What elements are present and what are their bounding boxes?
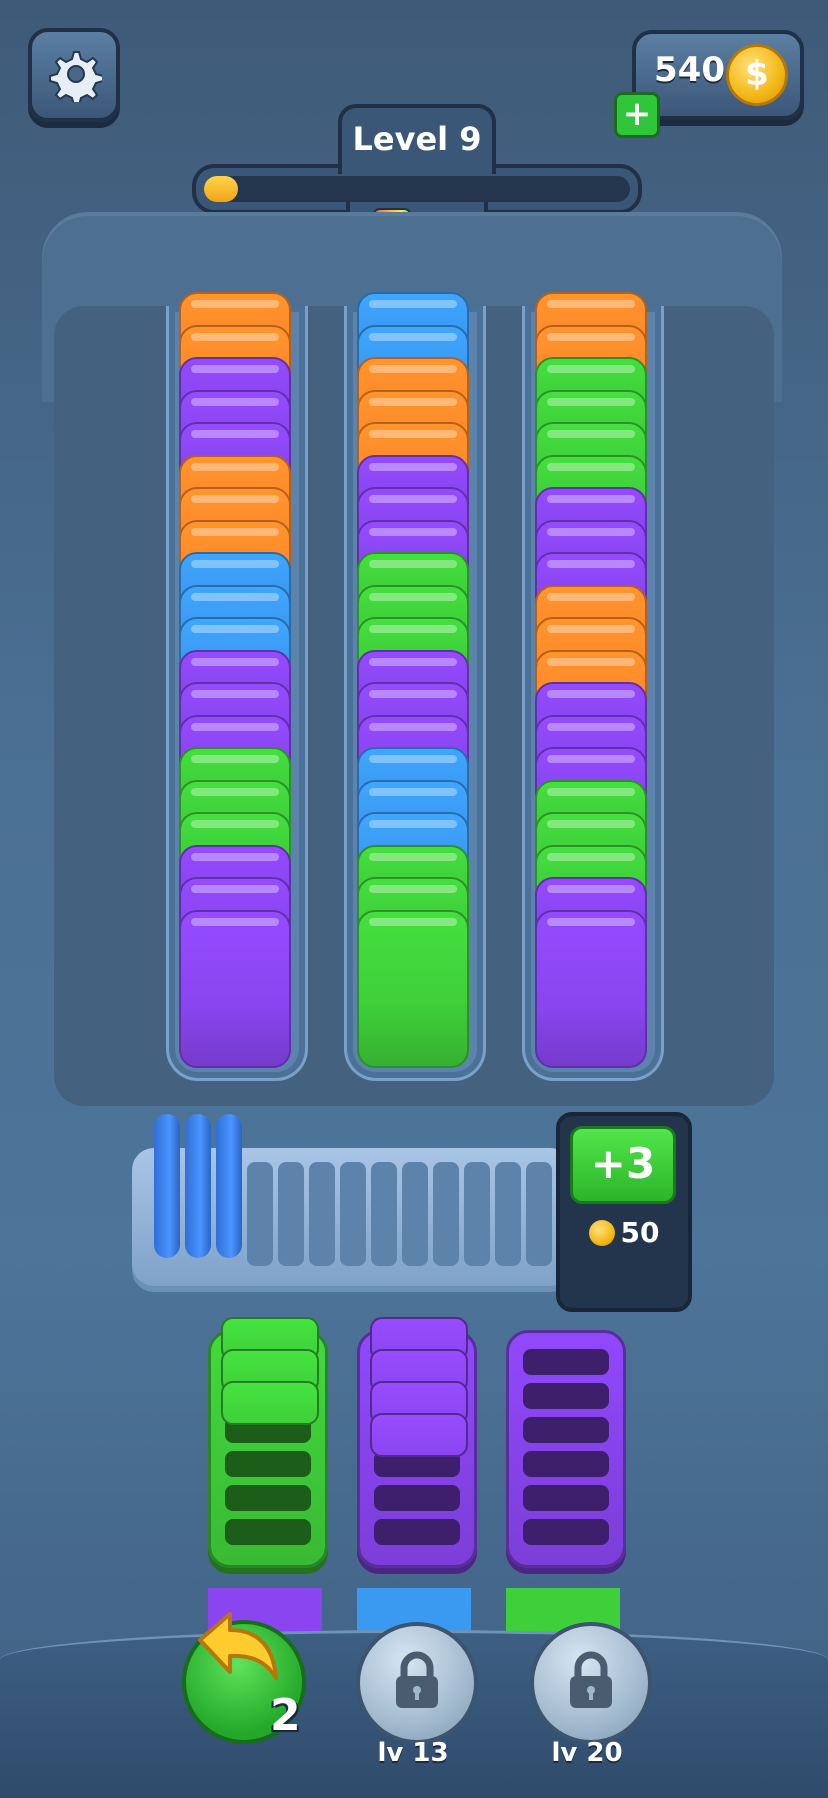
conveyor-slot: [247, 1162, 273, 1266]
rack-slot: [374, 1519, 460, 1545]
booster-cost: 50: [560, 1216, 688, 1249]
lock-1-level: lv 13: [377, 1738, 449, 1768]
rack-purple[interactable]: [506, 1330, 626, 1568]
lock-icon: [570, 1651, 612, 1708]
rack-slot: [225, 1451, 311, 1477]
rack-block-green: [221, 1381, 319, 1425]
rack-green[interactable]: [208, 1317, 328, 1568]
rack-purple[interactable]: [357, 1317, 477, 1568]
conveyor-slot: [526, 1162, 552, 1266]
rack-slot: [523, 1485, 609, 1511]
rack-slot: [523, 1417, 609, 1443]
level-label: Level 9: [352, 120, 482, 158]
block-purple: [179, 909, 291, 1068]
tube-1[interactable]: [166, 292, 308, 1081]
conveyor-slot: [495, 1162, 521, 1266]
conveyor-slot: [309, 1162, 335, 1266]
rack-block-purple: [370, 1413, 468, 1457]
conveyor-slot: [464, 1162, 490, 1266]
coin-icon: $: [726, 44, 788, 106]
lock-2-level: lv 20: [551, 1738, 623, 1768]
rack-slot: [523, 1519, 609, 1545]
coin-icon: [588, 1220, 615, 1246]
progress-fill: [204, 176, 239, 202]
settings-button[interactable]: [28, 28, 120, 122]
conveyor-stick: [185, 1114, 211, 1258]
rack-slot: [523, 1383, 609, 1409]
booster-cost-value: 50: [620, 1216, 660, 1249]
level-header: Level 9: [338, 104, 496, 174]
tube-3[interactable]: [522, 292, 664, 1081]
lock-icon: [396, 1651, 438, 1708]
add-coins-button[interactable]: +: [614, 92, 660, 138]
rack-slot: [225, 1485, 311, 1511]
conveyor-stick: [216, 1114, 242, 1258]
rack-slot: [523, 1349, 609, 1375]
locked-booster-2[interactable]: [530, 1622, 652, 1744]
rack-slot: [523, 1451, 609, 1477]
booster-label: +3: [570, 1126, 676, 1204]
conveyor-slot: [433, 1162, 459, 1266]
board: [54, 292, 774, 1106]
block-green: [357, 909, 469, 1068]
add-slots-booster[interactable]: +3 50: [556, 1112, 692, 1312]
tube-2[interactable]: [344, 292, 486, 1081]
gear-icon: [49, 51, 102, 102]
rack-slot: [225, 1519, 311, 1545]
conveyor-slot: [371, 1162, 397, 1266]
conveyor-slot: [278, 1162, 304, 1266]
coin-amount: 540: [654, 50, 725, 90]
conveyor-stick: [154, 1114, 180, 1258]
undo-count: 2: [270, 1690, 301, 1741]
locked-booster-1[interactable]: [356, 1622, 478, 1744]
block-purple: [535, 909, 647, 1068]
rack-slot: [374, 1485, 460, 1511]
conveyor-slot: [402, 1162, 428, 1266]
conveyor-slot: [340, 1162, 366, 1266]
conveyor-belt[interactable]: [132, 1114, 572, 1286]
